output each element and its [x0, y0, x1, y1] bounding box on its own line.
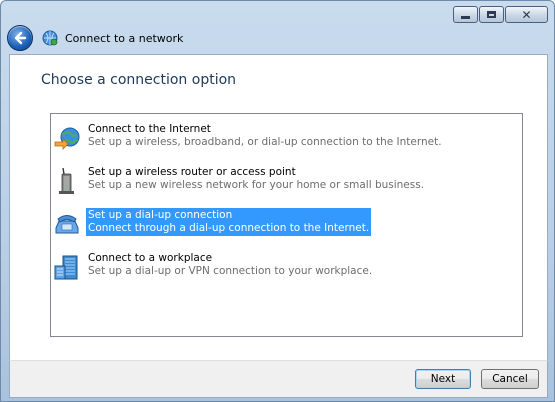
connect-network-window: ✕ Connect to a network Choose a connecti…	[0, 0, 555, 402]
wizard-footer: Next Cancel	[9, 360, 548, 398]
connection-options-list[interactable]: Connect to the Internet Set up a wireles…	[50, 113, 523, 337]
back-arrow-icon	[14, 31, 27, 45]
minimize-button[interactable]	[453, 6, 478, 23]
option-wireless-router[interactable]: Set up a wireless router or access point…	[53, 165, 426, 201]
page-heading: Choose a connection option	[41, 72, 237, 88]
telephone-modem-icon	[55, 215, 79, 234]
option-description: Set up a new wireless network for your h…	[88, 179, 425, 191]
option-description: Set up a wireless, broadband, or dial-up…	[88, 136, 442, 148]
maximize-button[interactable]	[479, 6, 504, 23]
option-title: Connect to a workplace	[88, 252, 213, 264]
next-button[interactable]: Next	[415, 369, 471, 389]
back-button[interactable]	[7, 25, 33, 51]
option-text: Connect to the Internet Set up a wireles…	[86, 122, 444, 150]
title-row: Connect to a network	[7, 23, 183, 53]
wizard-content: Choose a connection option Connect to th…	[9, 54, 548, 361]
close-icon: ✕	[521, 7, 532, 22]
wireless-router-icon	[59, 167, 74, 194]
option-dialup-connection[interactable]: Set up a dial-up connection Connect thro…	[53, 208, 372, 244]
option-text: Set up a dial-up connection Connect thro…	[86, 208, 372, 236]
cancel-button[interactable]: Cancel	[481, 369, 539, 389]
workplace-building-icon	[54, 255, 78, 280]
option-connect-workplace[interactable]: Connect to a workplace Set up a dial-up …	[53, 251, 374, 287]
network-icon	[42, 30, 58, 46]
option-text: Set up a wireless router or access point…	[86, 165, 426, 193]
option-text: Connect to a workplace Set up a dial-up …	[86, 251, 374, 279]
option-title: Connect to the Internet	[88, 123, 211, 135]
option-title: Set up a dial-up connection	[88, 209, 233, 221]
caption-buttons: ✕	[452, 6, 548, 23]
option-connect-internet[interactable]: Connect to the Internet Set up a wireles…	[53, 122, 444, 158]
maximize-icon	[487, 11, 496, 18]
window-title: Connect to a network	[65, 31, 184, 45]
option-description: Set up a dial-up or VPN connection to yo…	[88, 265, 373, 277]
globe-network-icon	[54, 127, 80, 150]
option-description: Connect through a dial-up connection to …	[88, 222, 370, 234]
close-button[interactable]: ✕	[505, 6, 548, 23]
option-title: Set up a wireless router or access point	[88, 166, 296, 178]
minimize-icon	[461, 16, 470, 19]
